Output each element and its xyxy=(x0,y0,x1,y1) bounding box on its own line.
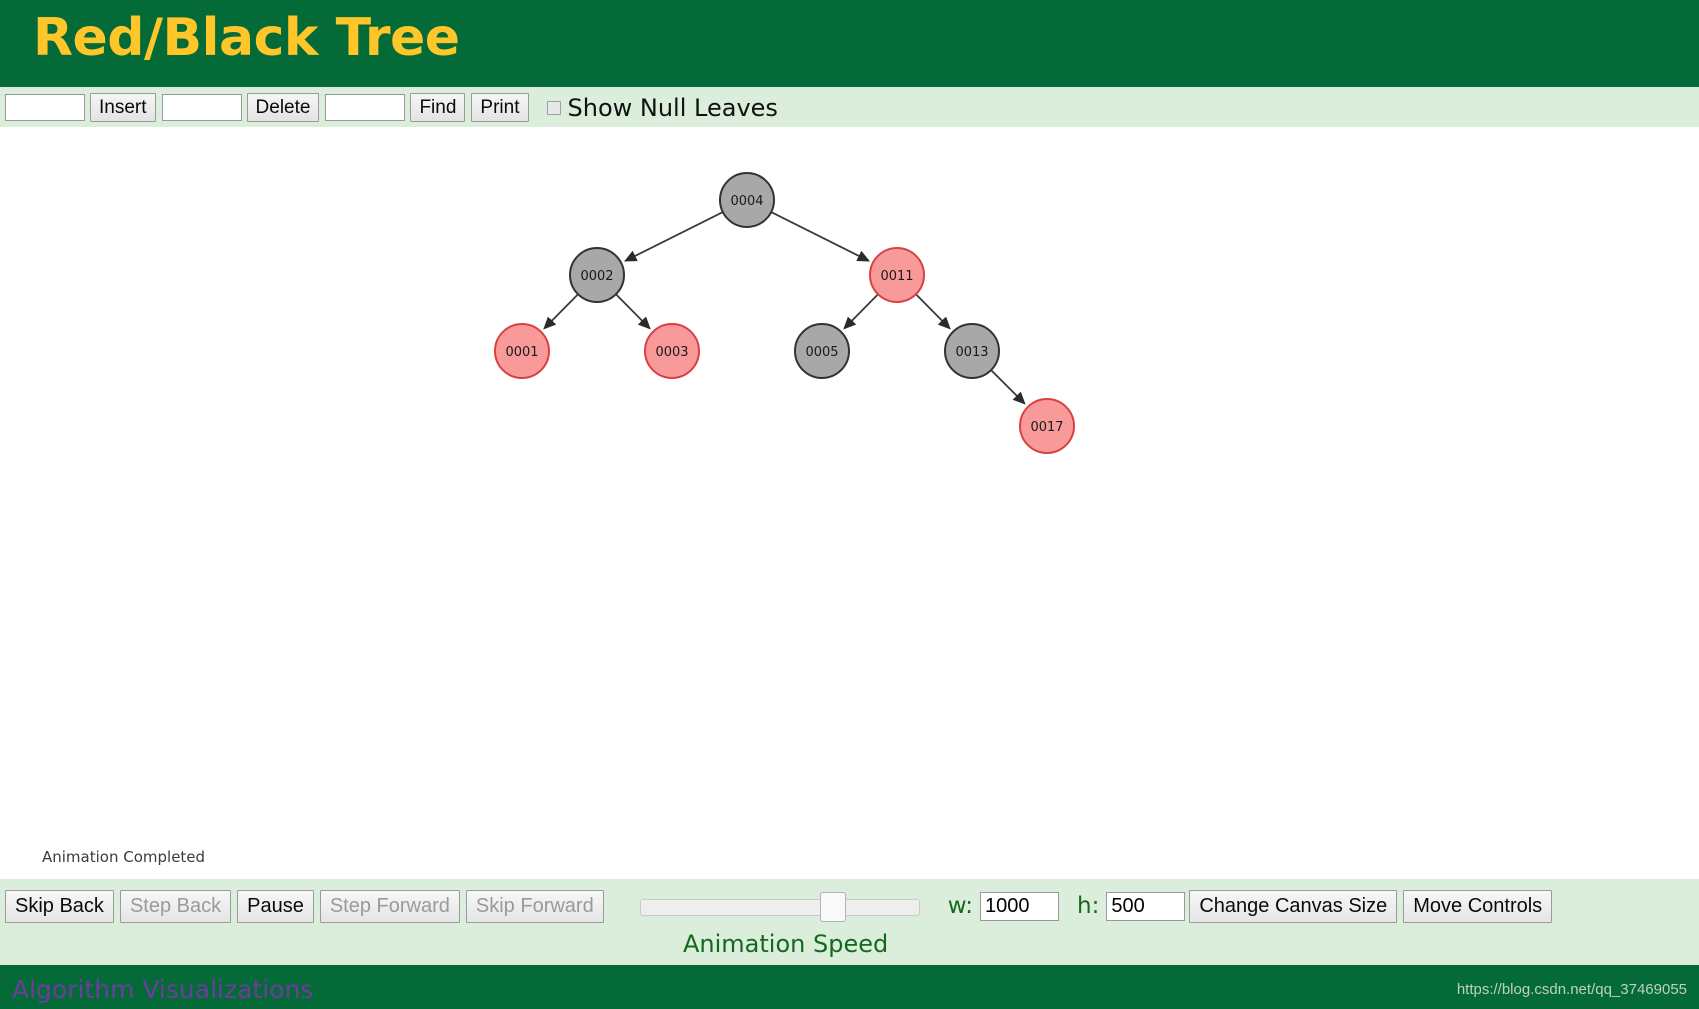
slider-thumb[interactable] xyxy=(819,892,846,922)
insert-input[interactable] xyxy=(5,94,85,121)
tree-edge xyxy=(990,369,1026,405)
tree-node-label: 0011 xyxy=(880,269,913,284)
insert-button[interactable]: Insert xyxy=(90,93,156,122)
tree-node-label: 0005 xyxy=(805,345,838,360)
animation-speed-slider[interactable] xyxy=(639,891,920,922)
pause-button[interactable]: Pause xyxy=(237,889,314,923)
tree-node-label: 0003 xyxy=(655,345,688,360)
tree-node[interactable]: 0004 xyxy=(719,172,775,228)
step-forward-button[interactable]: Step Forward xyxy=(319,889,460,923)
algorithm-visualizations-link[interactable]: Algorithm Visualizations xyxy=(12,975,313,1004)
tree-node-label: 0013 xyxy=(955,345,988,360)
width-label: w: xyxy=(947,893,974,919)
tree-edge xyxy=(543,293,579,330)
show-null-leaves-control[interactable]: Show Null Leaves xyxy=(546,93,778,122)
playback-controls-row: Skip Back Step Back Pause Step Forward S… xyxy=(5,889,1558,923)
tree-node[interactable]: 0002 xyxy=(569,247,625,303)
tree-node[interactable]: 0003 xyxy=(644,323,700,379)
tree-node[interactable]: 0001 xyxy=(494,323,550,379)
tree-node-label: 0017 xyxy=(1030,420,1063,435)
page-root: Red/Black Tree Insert Delete Find Print … xyxy=(0,0,1699,1009)
tree-diagram: 0004 0002 0011 0001 0003 0005 0013 0017 xyxy=(494,172,1075,454)
tree-edge xyxy=(615,293,651,330)
tree-edge xyxy=(770,211,870,262)
tree-node-label: 0002 xyxy=(580,269,613,284)
playback-controls: Skip Back Step Back Pause Step Forward S… xyxy=(0,879,1699,965)
move-controls-button[interactable]: Move Controls xyxy=(1403,889,1553,923)
delete-button[interactable]: Delete xyxy=(246,93,320,122)
toolbar-row: Insert Delete Find Print Show Null Leave… xyxy=(5,92,778,123)
app-header: Red/Black Tree xyxy=(0,0,1699,87)
skip-back-button[interactable]: Skip Back xyxy=(5,889,114,923)
visualization-canvas[interactable]: 0004 0002 0011 0001 0003 0005 0013 0017 xyxy=(0,127,1699,879)
step-back-button[interactable]: Step Back xyxy=(119,889,232,923)
animation-speed-label: Animation Speed xyxy=(683,930,889,958)
tree-edge xyxy=(843,293,879,330)
animation-status: Animation Completed xyxy=(42,848,206,866)
height-label: h: xyxy=(1077,893,1100,919)
slider-track[interactable] xyxy=(639,899,920,916)
watermark-text: https://blog.csdn.net/qq_37469055 xyxy=(1456,981,1687,998)
tree-node-label: 0001 xyxy=(505,345,538,360)
checkbox-icon[interactable] xyxy=(546,100,561,115)
find-button[interactable]: Find xyxy=(410,93,466,122)
tree-edges xyxy=(543,211,1026,405)
app-footer: Algorithm Visualizations https://blog.cs… xyxy=(0,965,1699,1009)
tree-node[interactable]: 0005 xyxy=(794,323,850,379)
print-button[interactable]: Print xyxy=(471,93,529,122)
find-input[interactable] xyxy=(325,94,406,121)
show-null-leaves-label: Show Null Leaves xyxy=(567,93,778,122)
tree-nodes: 0004 0002 0011 0001 0003 0005 0013 0017 xyxy=(494,172,1075,454)
delete-input[interactable] xyxy=(161,94,242,121)
tree-node[interactable]: 0011 xyxy=(869,247,925,303)
tree-node-label: 0004 xyxy=(730,194,763,209)
tree-edge xyxy=(624,211,724,262)
tree-node[interactable]: 0013 xyxy=(944,323,1000,379)
page-title: Red/Black Tree xyxy=(33,8,460,68)
width-input[interactable] xyxy=(980,891,1060,921)
change-canvas-size-button[interactable]: Change Canvas Size xyxy=(1189,889,1398,923)
skip-forward-button[interactable]: Skip Forward xyxy=(465,889,604,923)
tree-node[interactable]: 0017 xyxy=(1019,398,1075,454)
top-toolbar: Insert Delete Find Print Show Null Leave… xyxy=(0,87,1699,127)
tree-edge xyxy=(915,293,951,330)
height-input[interactable] xyxy=(1106,891,1186,921)
